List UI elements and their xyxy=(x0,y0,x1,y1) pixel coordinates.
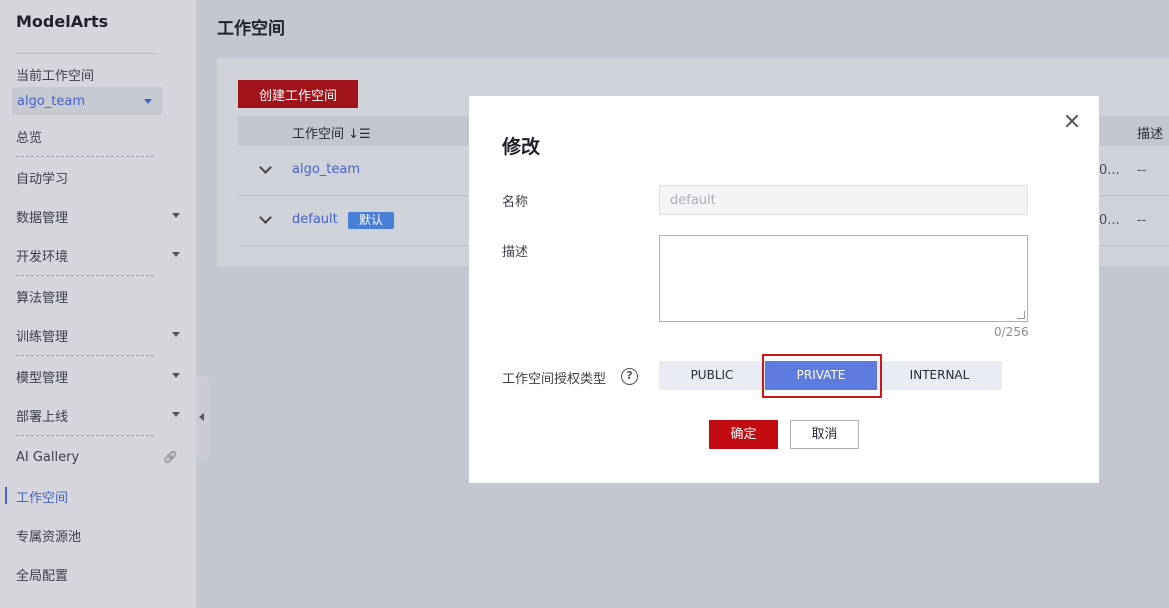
sidebar-item-auto-learning[interactable]: 自动学习 xyxy=(16,166,186,188)
sidebar-item-label: 数据管理 xyxy=(16,210,69,226)
workspace-select-value: algo_team xyxy=(17,93,86,109)
sidebar-item-label: 模型管理 xyxy=(16,370,69,386)
sidebar-item-label: 自动学习 xyxy=(16,171,69,187)
sidebar-item-data-management[interactable]: 数据管理 xyxy=(16,205,186,227)
column-header-label: 工作空间 xyxy=(292,127,345,142)
sidebar-item-label: 总览 xyxy=(16,130,43,146)
sidebar-item-global-config[interactable]: 全局配置 xyxy=(16,563,186,585)
table-cell: 0... xyxy=(1099,213,1120,228)
sort-icon[interactable]: ↓☰ xyxy=(348,127,371,142)
divider xyxy=(16,156,154,157)
char-counter: 0/256 xyxy=(994,325,1029,339)
confirm-button[interactable]: 确定 xyxy=(709,420,778,449)
sidebar-collapse-toggle[interactable] xyxy=(197,376,210,460)
table-cell: 0... xyxy=(1099,163,1120,178)
external-link-icon: 🔗︎ xyxy=(162,450,178,464)
divider xyxy=(16,53,158,54)
chevron-down-icon xyxy=(144,99,152,104)
resize-handle-icon[interactable] xyxy=(1017,311,1025,319)
caret-left-icon xyxy=(199,413,204,421)
edit-workspace-dialog: 修改 名称 default 描述 0/256 工作空间授权类型 ? PUBLIC… xyxy=(469,96,1099,483)
cancel-button[interactable]: 取消 xyxy=(790,420,859,449)
column-header-name[interactable]: 工作空间 ↓☰ xyxy=(292,123,371,142)
auth-type-label: 工作空间授权类型 xyxy=(502,372,607,387)
active-indicator xyxy=(5,487,7,504)
sidebar-item-dedicated-pool[interactable]: 专属资源池 xyxy=(16,524,186,546)
dialog-title: 修改 xyxy=(502,136,541,158)
caret-down-icon xyxy=(172,412,180,417)
sidebar-item-dev-env[interactable]: 开发环境 xyxy=(16,244,186,266)
sidebar-item-overview[interactable]: 总览 xyxy=(16,125,186,147)
sidebar-item-algorithm[interactable]: 算法管理 xyxy=(16,285,186,307)
auth-option-public[interactable]: PUBLIC xyxy=(659,361,765,390)
caret-down-icon xyxy=(172,373,180,378)
workspace-link[interactable]: algo_team xyxy=(292,162,360,177)
divider xyxy=(16,275,154,276)
help-icon[interactable]: ? xyxy=(621,368,638,385)
brand-title: ModelArts xyxy=(16,12,109,31)
table-cell-desc: -- xyxy=(1137,163,1147,178)
caret-down-icon xyxy=(172,332,180,337)
sidebar-item-label: 专属资源池 xyxy=(16,529,82,545)
caret-down-icon xyxy=(172,252,180,257)
sidebar-item-label: 开发环境 xyxy=(16,249,69,265)
sidebar-item-ai-gallery[interactable]: AI Gallery 🔗︎ xyxy=(16,446,186,468)
table-cell-desc: -- xyxy=(1137,213,1147,228)
name-label: 名称 xyxy=(502,195,529,210)
sidebar-item-training[interactable]: 训练管理 xyxy=(16,324,186,346)
sidebar-item-deploy[interactable]: 部署上线 xyxy=(16,404,186,426)
default-badge: 默认 xyxy=(348,212,394,229)
description-textarea[interactable] xyxy=(659,235,1028,322)
sidebar-item-label: 全局配置 xyxy=(16,568,69,584)
desc-label: 描述 xyxy=(502,245,529,260)
sidebar-item-label: 算法管理 xyxy=(16,290,69,306)
highlight-box xyxy=(762,354,882,398)
auth-option-internal[interactable]: INTERNAL xyxy=(877,361,1002,390)
sidebar: ModelArts 当前工作空间 algo_team 总览 自动学习 数据管理 … xyxy=(0,0,197,608)
workspace-link[interactable]: default xyxy=(292,212,338,227)
name-field[interactable]: default xyxy=(659,185,1028,215)
sidebar-item-label: AI Gallery xyxy=(16,449,80,465)
sidebar-item-model[interactable]: 模型管理 xyxy=(16,365,186,387)
sidebar-item-label: 部署上线 xyxy=(16,409,69,425)
column-header-desc: 描述 xyxy=(1137,127,1164,142)
close-icon[interactable] xyxy=(1063,112,1081,130)
workspace-label: 当前工作空间 xyxy=(16,69,95,84)
divider xyxy=(16,435,154,436)
sidebar-item-label: 工作空间 xyxy=(16,490,69,506)
page-title: 工作空间 xyxy=(217,19,285,39)
create-workspace-button[interactable]: 创建工作空间 xyxy=(238,80,358,108)
workspace-select[interactable]: algo_team xyxy=(12,87,162,115)
sidebar-item-label: 训练管理 xyxy=(16,329,69,345)
divider xyxy=(16,355,154,356)
caret-down-icon xyxy=(172,213,180,218)
sidebar-item-workspace[interactable]: 工作空间 xyxy=(16,485,186,507)
